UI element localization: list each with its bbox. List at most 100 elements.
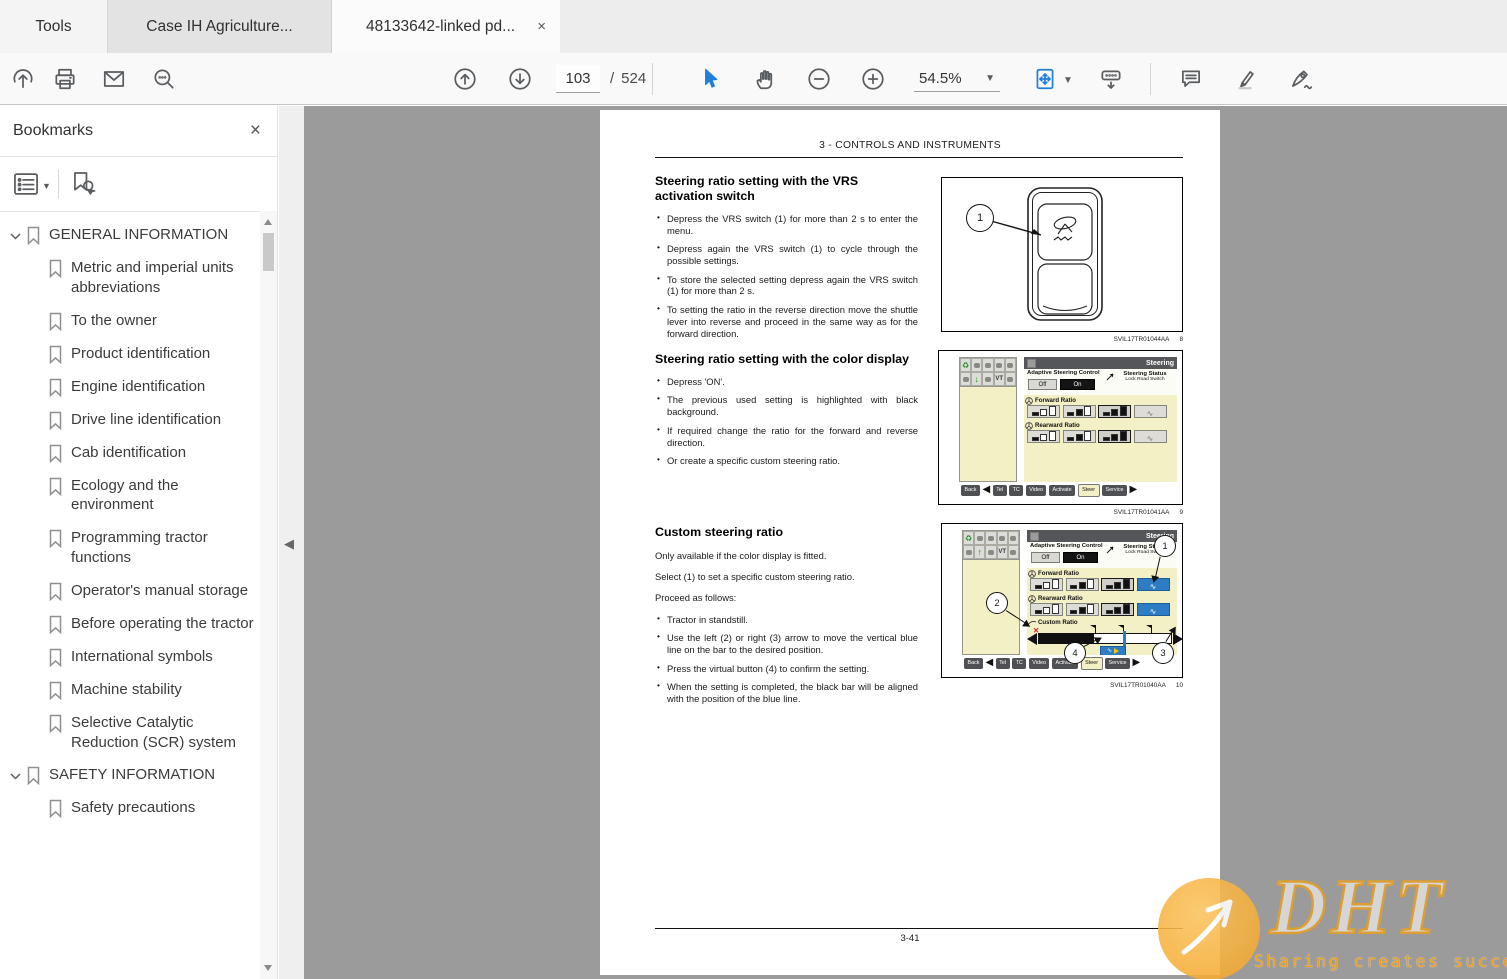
toolbar-divider xyxy=(58,169,59,199)
bookmark-item[interactable]: SAFETY INFORMATION xyxy=(8,765,260,786)
fill-sign-button[interactable] xyxy=(1288,66,1314,92)
bar-blue-line xyxy=(1123,631,1126,647)
zoom-in-button[interactable] xyxy=(860,66,886,92)
bookmark-label[interactable]: Product identification xyxy=(71,344,210,364)
bookmark-label[interactable]: Programming tractor functions xyxy=(71,528,257,568)
previous-page-button[interactable] xyxy=(452,66,478,92)
tab-document-1[interactable]: Case IH Agriculture... xyxy=(108,0,332,53)
email-button[interactable] xyxy=(101,66,127,92)
find-current-bookmark-icon[interactable] xyxy=(68,169,98,199)
close-panel-icon[interactable]: × xyxy=(250,120,261,142)
bookmark-label[interactable]: Selective Catalytic Reduction (SCR) syst… xyxy=(71,713,257,753)
paragraph: Only available if the color display is f… xyxy=(655,550,827,562)
ratio-level-3-button xyxy=(1098,430,1131,443)
screen-icon xyxy=(1007,531,1019,545)
section-heading: Steering ratio setting with the VRS acti… xyxy=(655,174,859,204)
bookmark-item[interactable]: Operator's manual storage xyxy=(8,581,260,601)
scrollbar-thumb[interactable] xyxy=(263,233,274,271)
bookmark-item[interactable]: Drive line identification xyxy=(8,410,260,430)
screen-gap xyxy=(1017,357,1024,482)
read-mode-button[interactable] xyxy=(1098,66,1124,92)
bookmark-item[interactable]: Programming tractor functions xyxy=(8,528,260,568)
select-tool-button[interactable] xyxy=(698,66,724,92)
bookmark-item[interactable]: Product identification xyxy=(8,344,260,364)
bookmark-label[interactable]: Before operating the tractor xyxy=(71,614,254,634)
flag-marker-icon xyxy=(1089,625,1097,633)
scrollbar-up-icon[interactable] xyxy=(264,219,272,225)
close-tab-icon[interactable]: × xyxy=(537,18,546,35)
comment-button[interactable] xyxy=(1178,66,1204,92)
screen-nav-video: Video xyxy=(1025,484,1047,496)
bookmark-item[interactable]: Safety precautions xyxy=(8,798,260,819)
chevron-down-icon[interactable] xyxy=(9,770,22,783)
bookmark-item[interactable]: Engine identification xyxy=(8,377,260,397)
bookmark-item[interactable]: Cab identification xyxy=(8,443,260,463)
callout-4: 4 xyxy=(1064,642,1086,664)
hand-tool-button[interactable] xyxy=(752,66,778,92)
ratio-level-3-button xyxy=(1101,578,1134,591)
bullet-item: Or create a specific custom steering rat… xyxy=(656,454,918,467)
bookmark-label[interactable]: Metric and imperial units abbreviations xyxy=(71,258,257,298)
zoom-level-dropdown[interactable]: 54.5% ▼ xyxy=(914,65,1000,92)
bullet-item: When the setting is completed, the black… xyxy=(656,680,918,705)
tab-tools[interactable]: Tools xyxy=(0,0,108,53)
highlighter-icon xyxy=(1238,71,1254,90)
print-button[interactable] xyxy=(52,66,78,92)
screen-icon xyxy=(971,358,983,372)
bookmark-label[interactable]: SAFETY INFORMATION xyxy=(49,765,215,785)
collapse-panel-icon[interactable]: ◀ xyxy=(284,536,294,552)
printer-icon xyxy=(55,68,75,90)
screen-nav-back: Back xyxy=(961,484,980,496)
bookmark-item[interactable]: To the owner xyxy=(8,311,260,331)
bookmark-label[interactable]: To the owner xyxy=(71,311,157,331)
screen-nav-back: Back xyxy=(964,657,983,669)
zoom-out-icon xyxy=(808,68,830,90)
on-button: On xyxy=(1063,552,1098,563)
zoom-out-button[interactable] xyxy=(806,66,832,92)
bullet-item: To setting the ratio in the reverse dire… xyxy=(656,303,918,340)
section-heading: Steering ratio setting with the color di… xyxy=(655,352,910,366)
green-down-arrow-icon: ↓ xyxy=(971,372,983,386)
document-viewport[interactable]: 3 - CONTROLS AND INSTRUMENTS Steering ra… xyxy=(304,106,1507,979)
figure-vrs-switch: 1 xyxy=(941,177,1183,332)
bookmark-label[interactable]: Safety precautions xyxy=(71,798,195,818)
save-upload-button[interactable] xyxy=(10,66,36,92)
bookmark-label[interactable]: Ecology and the environment xyxy=(71,476,257,516)
tab-document-2-active[interactable]: 48133642-linked pd... × xyxy=(332,0,560,53)
bookmark-label[interactable]: Machine stability xyxy=(71,680,182,700)
bookmark-label[interactable]: GENERAL INFORMATION xyxy=(49,225,228,245)
bookmark-options-icon[interactable] xyxy=(12,171,40,197)
screen-icon xyxy=(974,531,986,545)
bookmark-label[interactable]: Drive line identification xyxy=(71,410,221,430)
bookmark-item[interactable]: Selective Catalytic Reduction (SCR) syst… xyxy=(8,713,260,753)
bookmark-item[interactable]: Machine stability xyxy=(8,680,260,700)
bookmark-icon xyxy=(49,615,62,634)
sidebar-scrollbar[interactable] xyxy=(260,211,277,979)
screen-icon xyxy=(1004,358,1016,372)
chevron-down-icon[interactable]: ▼ xyxy=(42,181,51,191)
scrollbar-down-icon[interactable] xyxy=(264,965,272,971)
highlight-button[interactable] xyxy=(1232,66,1258,92)
next-page-button[interactable] xyxy=(507,66,533,92)
panel-splitter[interactable]: ◀ xyxy=(279,106,304,979)
bookmark-icon xyxy=(49,444,62,463)
chevron-down-icon[interactable]: ▼ xyxy=(1063,75,1073,86)
bookmark-label[interactable]: Operator's manual storage xyxy=(71,581,248,601)
chevron-down-icon[interactable] xyxy=(9,230,22,243)
bookmark-item[interactable]: GENERAL INFORMATION xyxy=(8,225,260,245)
bookmark-item[interactable]: Metric and imperial units abbreviations xyxy=(8,258,260,298)
signature-pen-icon xyxy=(1292,70,1313,90)
page-display-button[interactable] xyxy=(1032,66,1058,92)
screen-nav-left-icon: ◀ xyxy=(985,657,994,668)
bookmark-item[interactable]: Ecology and the environment xyxy=(8,476,260,516)
paragraph-group: Only available if the color display is f… xyxy=(655,550,918,603)
find-button[interactable] xyxy=(151,66,177,92)
bookmark-label[interactable]: Cab identification xyxy=(71,443,186,463)
page-number-input[interactable]: 103 xyxy=(556,65,600,93)
callout-1: 1 xyxy=(1154,535,1176,557)
bookmark-item[interactable]: Before operating the tractor xyxy=(8,614,260,634)
bookmark-label[interactable]: International symbols xyxy=(71,647,213,667)
bookmark-icon xyxy=(49,681,62,700)
bookmark-item[interactable]: International symbols xyxy=(8,647,260,667)
bookmark-label[interactable]: Engine identification xyxy=(71,377,205,397)
